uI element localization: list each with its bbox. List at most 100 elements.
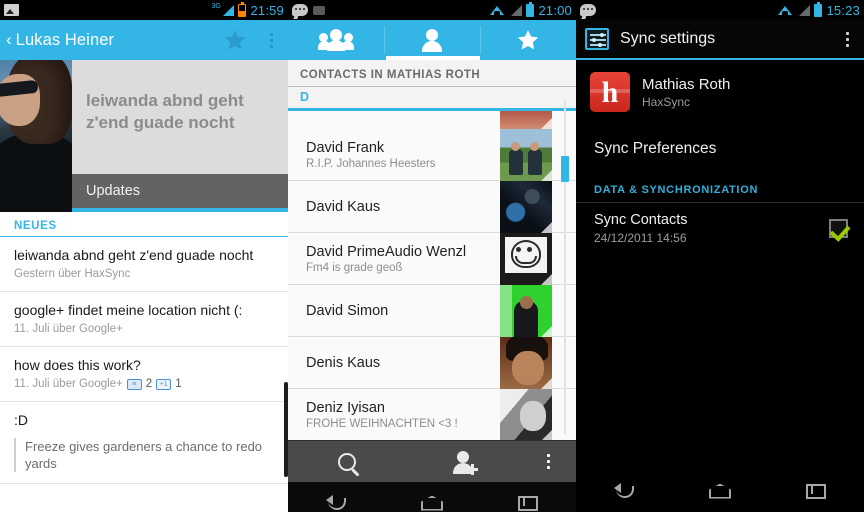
contact-info: Denis Kaus xyxy=(306,355,500,371)
account-text: Mathias Roth HaxSync xyxy=(642,76,730,109)
plus-one-count: 1 xyxy=(175,378,182,390)
feed-section-header: NEUES xyxy=(0,212,288,237)
contacts-tab-bar xyxy=(288,20,576,60)
nav-home-button[interactable] xyxy=(384,482,480,512)
list-partial-row-top[interactable] xyxy=(288,111,576,129)
overflow-menu-icon[interactable] xyxy=(834,19,860,59)
tab-updates-label: Updates xyxy=(86,183,141,199)
account-header[interactable]: h Mathias Roth HaxSync xyxy=(576,60,864,124)
scrollbar-thumb[interactable] xyxy=(561,156,569,182)
status-clock: 15:23 xyxy=(826,2,860,18)
sync-settings-icon xyxy=(585,28,609,50)
contact-info: David PrimeAudio Wenzl Fm4 is grade geoß xyxy=(306,244,500,274)
post-meta: 11. Juli über Google+ ≡ 2 +1 1 xyxy=(14,378,274,390)
app-bar-profile: ‹ Lukas Heiner xyxy=(0,20,288,60)
contact-photo xyxy=(500,336,552,389)
contacts-list-header: CONTACTS IN MATHIAS ROTH xyxy=(288,60,576,87)
comment-count-icon: ≡ xyxy=(126,378,142,390)
wifi-icon xyxy=(778,4,793,16)
back-icon xyxy=(326,495,346,511)
tab-groups[interactable] xyxy=(288,20,384,60)
wifi-icon xyxy=(490,4,505,16)
nav-back-button[interactable] xyxy=(576,470,672,512)
contact-info: David Simon xyxy=(306,303,500,319)
status-clock: 21:59 xyxy=(250,2,284,18)
recent-apps-icon xyxy=(518,495,538,511)
post-title: :D xyxy=(14,412,28,428)
system-nav-bar-sync xyxy=(576,470,864,512)
sms-icon xyxy=(580,4,596,16)
post-meta-text: 11. Juli über Google+ xyxy=(14,378,123,390)
table-row[interactable]: Deniz Iyisan FROHE WEIHNACHTEN <3 ! xyxy=(288,388,576,440)
app-bar-sync: Sync settings xyxy=(576,20,864,60)
list-item[interactable]: leiwanda abnd geht z'end guade nocht Ges… xyxy=(0,237,288,292)
list-item[interactable]: Sync Contacts 24/12/2011 14:56 xyxy=(576,203,864,256)
status-bar-sync: 15:23 xyxy=(576,0,864,20)
page-title: Sync settings xyxy=(620,30,716,47)
contact-photo xyxy=(500,232,552,285)
contact-status: FROHE WEIHNACHTEN <3 ! xyxy=(306,417,458,430)
status-bar-notifications xyxy=(292,4,325,16)
post-meta-text: Gestern über HaxSync xyxy=(14,268,131,280)
contact-photo xyxy=(500,284,552,337)
table-row[interactable]: David Kaus xyxy=(288,180,576,233)
nav-back-button[interactable] xyxy=(288,482,384,512)
nav-home-button[interactable] xyxy=(672,470,768,512)
panel-profile: 3G 21:59 ‹ Lukas Heiner leiwanda abnd ge… xyxy=(0,0,288,512)
contacts-list: CONTACTS IN MATHIAS ROTH D David Frank R… xyxy=(288,60,576,440)
contact-name: David PrimeAudio Wenzl xyxy=(306,243,467,260)
status-clock: 21:00 xyxy=(538,2,572,18)
contact-photo xyxy=(500,180,552,233)
list-item[interactable]: how does this work? 11. Juli über Google… xyxy=(0,347,288,402)
tab-contacts[interactable] xyxy=(384,20,480,60)
signal-bars-icon: 3G xyxy=(211,3,235,16)
battery-low-icon xyxy=(238,1,247,17)
post-title: leiwanda abnd geht z'end guade nocht xyxy=(14,247,254,263)
star-icon[interactable] xyxy=(220,26,250,54)
contact-name: Denis Kaus xyxy=(306,354,381,371)
list-item[interactable]: google+ findet meine location nicht (: 1… xyxy=(0,292,288,347)
add-contact-button[interactable] xyxy=(406,441,524,482)
panel-sync-settings: 15:23 Sync settings h Mathias Roth HaxSy… xyxy=(576,0,864,512)
contact-name: Deniz Iyisan xyxy=(306,399,385,416)
sms-icon xyxy=(292,4,308,16)
status-bar-system: 21:00 xyxy=(490,1,572,18)
table-row[interactable]: David Simon xyxy=(288,284,576,337)
table-row[interactable]: Denis Kaus xyxy=(288,336,576,389)
status-bar-profile: 3G 21:59 xyxy=(0,0,288,20)
signal-bars-icon xyxy=(796,4,811,16)
recent-apps-icon xyxy=(806,483,826,499)
post-meta: Gestern über HaxSync xyxy=(14,268,274,280)
contact-info: Deniz Iyisan FROHE WEIHNACHTEN <3 ! xyxy=(306,400,500,430)
groups-icon xyxy=(318,29,354,51)
profile-photo[interactable] xyxy=(0,60,72,212)
add-contact-icon xyxy=(452,450,478,475)
tab-updates[interactable]: Updates xyxy=(72,174,288,212)
search-button[interactable] xyxy=(288,441,406,482)
contact-photo xyxy=(500,388,552,440)
contacts-overflow-button[interactable] xyxy=(524,441,576,482)
back-chevron-icon[interactable]: ‹ xyxy=(6,30,12,50)
table-row[interactable]: David PrimeAudio Wenzl Fm4 is grade geoß xyxy=(288,232,576,285)
person-icon xyxy=(421,28,443,52)
profile-status-line-1: leiwanda abnd geht xyxy=(86,91,244,110)
sync-contacts-checkbox[interactable] xyxy=(829,219,848,238)
post-title: google+ findet meine location nicht (: xyxy=(14,302,243,318)
nav-recents-button[interactable] xyxy=(480,482,576,512)
search-icon xyxy=(338,452,356,471)
system-nav-bar-contacts xyxy=(288,482,576,512)
table-row[interactable]: David Frank R.I.P. Johannes Heesters xyxy=(288,128,576,181)
sd-card-icon xyxy=(313,5,325,15)
tab-favorites[interactable] xyxy=(480,20,576,60)
haxsync-logo-icon: h xyxy=(590,72,630,112)
post-meta: 11. Juli über Google+ xyxy=(14,323,274,335)
contact-photo xyxy=(500,128,552,181)
signal-bars-icon xyxy=(508,4,523,16)
back-icon xyxy=(614,483,634,499)
overflow-menu-icon[interactable] xyxy=(258,20,284,60)
list-item[interactable]: :D Freeze gives gardeners a chance to re… xyxy=(0,402,288,484)
app-bar-actions xyxy=(220,20,288,60)
plus-one-icon: +1 xyxy=(156,378,172,390)
nav-recents-button[interactable] xyxy=(768,470,864,512)
contact-name: David Frank xyxy=(306,139,385,156)
